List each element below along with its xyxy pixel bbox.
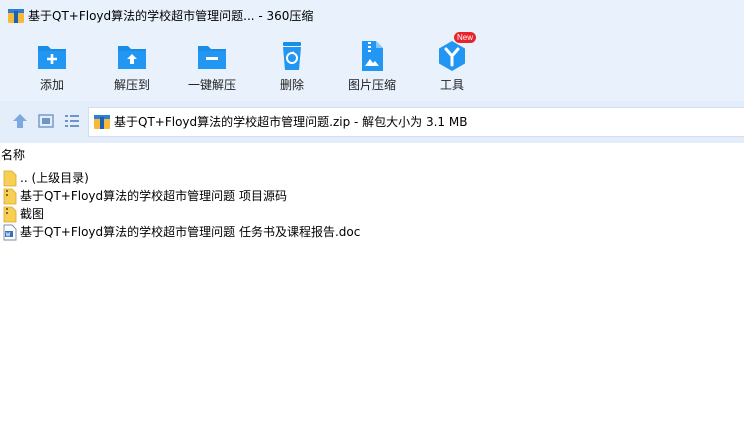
image-compress-label: 图片压缩 bbox=[347, 78, 396, 92]
zip-folder-icon bbox=[3, 188, 17, 205]
list-item-folder[interactable]: 截图 bbox=[0, 206, 744, 224]
delete-button[interactable]: 删除 bbox=[257, 40, 327, 96]
one-click-extract-icon bbox=[198, 46, 226, 69]
add-label: 添加 bbox=[39, 78, 64, 92]
delete-label: 删除 bbox=[279, 78, 304, 92]
tools-icon bbox=[439, 41, 465, 71]
address-text: 基于QT+Floyd算法的学校超市管理问题.zip - 解包大小为 3.1 MB bbox=[114, 115, 468, 129]
delete-icon bbox=[283, 42, 301, 70]
list-item-file[interactable]: 基于QT+Floyd算法的学校超市管理问题 任务书及课程报告.doc bbox=[0, 224, 744, 242]
view-icon[interactable] bbox=[38, 113, 54, 129]
one-click-extract-label: 一键解压 bbox=[187, 78, 236, 92]
image-compress-icon bbox=[362, 41, 383, 71]
header: 基于QT+Floyd算法的学校超市管理问题... - 360压缩 添加 解压到 … bbox=[0, 0, 744, 101]
column-name-label: 名称 bbox=[1, 148, 26, 162]
file-name: .. (上级目录) bbox=[20, 171, 89, 185]
add-icon bbox=[38, 46, 66, 69]
column-header-name[interactable]: 名称 bbox=[0, 148, 744, 164]
zip-folder-icon bbox=[3, 206, 17, 223]
one-click-extract-button[interactable]: 一键解压 bbox=[177, 40, 247, 96]
new-badge: New bbox=[454, 32, 477, 43]
extract-to-button[interactable]: 解压到 bbox=[97, 40, 167, 96]
extract-to-label: 解压到 bbox=[113, 78, 150, 92]
image-compress-button[interactable]: 图片压缩 bbox=[337, 40, 407, 96]
up-icon[interactable] bbox=[12, 113, 28, 129]
tools-label: 工具 bbox=[439, 78, 464, 92]
file-name: 基于QT+Floyd算法的学校超市管理问题 项目源码 bbox=[20, 189, 287, 203]
list-view-icon[interactable] bbox=[64, 113, 80, 129]
address-bar[interactable]: 基于QT+Floyd算法的学校超市管理问题.zip - 解包大小为 3.1 MB bbox=[88, 107, 744, 137]
tools-button[interactable]: New 工具 bbox=[417, 32, 487, 96]
word-document-icon bbox=[3, 224, 17, 241]
add-button[interactable]: 添加 bbox=[17, 40, 87, 96]
extract-to-icon bbox=[118, 46, 146, 69]
list-item-folder[interactable]: 基于QT+Floyd算法的学校超市管理问题 项目源码 bbox=[0, 188, 744, 206]
list-item-parent-dir[interactable]: .. (上级目录) bbox=[0, 170, 744, 188]
file-name: 截图 bbox=[20, 207, 45, 221]
title-bar: 基于QT+Floyd算法的学校超市管理问题... - 360压缩 bbox=[0, 0, 744, 32]
folder-icon bbox=[3, 170, 17, 187]
window-title: 基于QT+Floyd算法的学校超市管理问题... - 360压缩 bbox=[28, 9, 314, 23]
file-name: 基于QT+Floyd算法的学校超市管理问题 任务书及课程报告.doc bbox=[20, 225, 361, 239]
archive-app-icon bbox=[8, 9, 24, 23]
zip-file-icon bbox=[94, 115, 110, 129]
